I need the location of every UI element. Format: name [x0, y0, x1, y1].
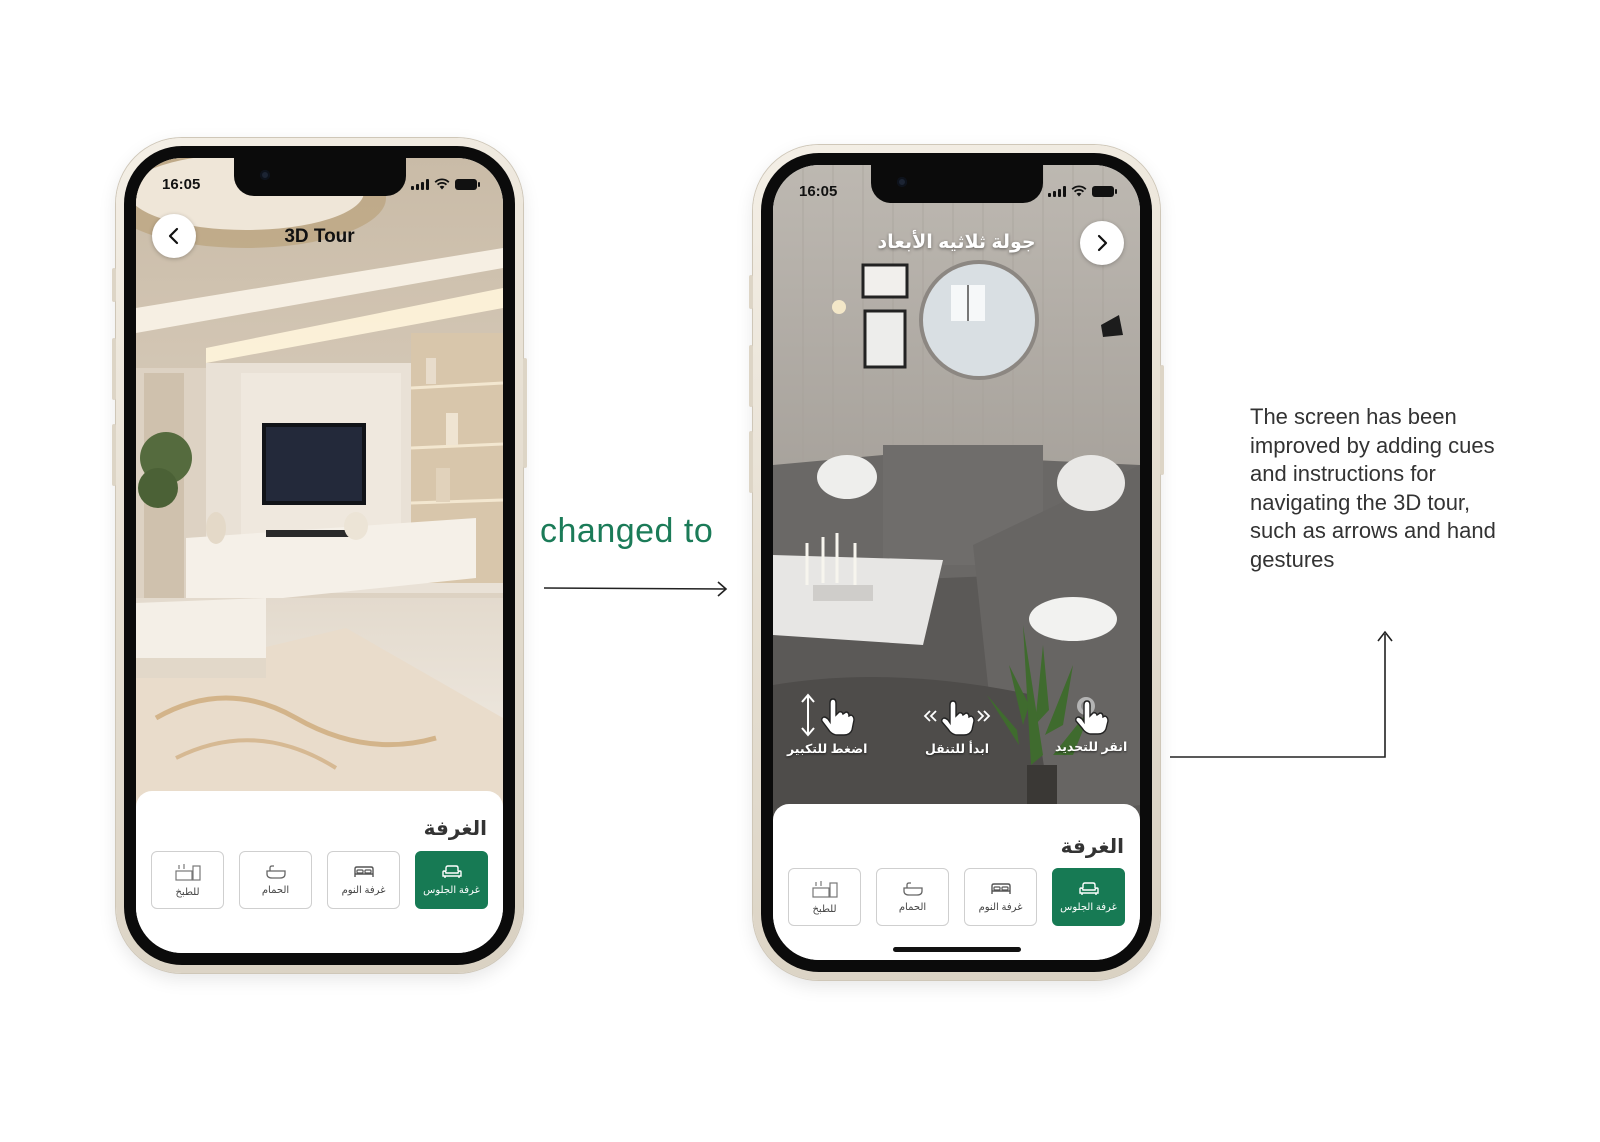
- swipe-hand-icon: [923, 700, 991, 736]
- sofa-icon: [441, 864, 462, 878]
- changed-to-label: changed to: [540, 512, 714, 550]
- category-kitchen-label: للطبخ: [812, 903, 837, 915]
- gesture-tap: انقر للتحديد: [1055, 697, 1127, 754]
- improvement-note: The screen has been improved by adding c…: [1250, 404, 1496, 572]
- category-living-room-label: غرفة الجلوس: [1060, 901, 1117, 913]
- battery-icon: [1092, 185, 1117, 197]
- wifi-icon: [1071, 185, 1087, 197]
- gesture-tap-label: انقر للتحديد: [1055, 740, 1128, 754]
- status-time: 16:05: [162, 175, 201, 193]
- cellular-signal-icon: [411, 178, 429, 190]
- forward-button[interactable]: [1080, 221, 1124, 265]
- category-kitchen[interactable]: للطبخ: [151, 851, 224, 909]
- gesture-pinch-zoom: اضغط للتكبير: [787, 693, 867, 756]
- sofa-icon: [1078, 881, 1099, 895]
- bed-icon: [353, 865, 374, 877]
- category-bathroom-label: الحمام: [898, 901, 927, 913]
- after-screen: 16:05 جولة ثلاثيه الأبعاد اضغط للتكبير ا…: [773, 165, 1140, 960]
- pinch-zoom-hand-icon: [801, 693, 855, 737]
- bathtub-icon: [902, 881, 923, 896]
- right-arrow-icon: [543, 581, 728, 597]
- category-living-room[interactable]: غرفة الجلوس: [415, 851, 488, 909]
- wifi-icon: [434, 178, 450, 190]
- connector-arrow-icon: [1170, 630, 1393, 758]
- tour-scene-image[interactable]: [136, 158, 503, 808]
- category-bedroom[interactable]: غرفة النوم: [964, 868, 1037, 926]
- room-panel-title: الغرفة: [423, 818, 487, 840]
- gesture-swipe: ابدأ للتنقل: [916, 699, 998, 756]
- category-kitchen[interactable]: للطبخ: [788, 868, 861, 926]
- gesture-pinch-zoom-label: اضغط للتكبير: [787, 742, 868, 756]
- before-screen: 16:05 3D Tour الغرفة للطبخ الحمام غرفة ا…: [136, 158, 503, 953]
- category-bedroom-label: غرفة النوم: [978, 901, 1023, 913]
- category-kitchen-label: للطبخ: [175, 886, 200, 898]
- before-phone: 16:05 3D Tour الغرفة للطبخ الحمام غرفة ا…: [112, 138, 527, 973]
- notch: [870, 165, 1043, 203]
- room-panel-title: الغرفة: [1060, 836, 1124, 858]
- category-bathroom[interactable]: الحمام: [239, 851, 312, 909]
- room-panel: الغرفة للطبخ الحمام غرفة النوم غرفة الجل…: [136, 791, 503, 953]
- category-bathroom-label: الحمام: [261, 884, 290, 896]
- kitchen-icon: [174, 863, 201, 881]
- category-bedroom[interactable]: غرفة النوم: [327, 851, 400, 909]
- tap-hand-icon: [1075, 697, 1109, 735]
- kitchen-icon: [811, 880, 838, 898]
- category-bathroom[interactable]: الحمام: [876, 868, 949, 926]
- category-living-room-label: غرفة الجلوس: [423, 884, 480, 896]
- category-bedroom-label: غرفة النوم: [341, 884, 386, 896]
- bathtub-icon: [265, 864, 286, 879]
- status-time: 16:05: [799, 182, 838, 200]
- gesture-swipe-label: ابدأ للتنقل: [924, 742, 990, 756]
- chevron-right-icon: [1097, 234, 1108, 252]
- page-title: 3D Tour: [284, 226, 355, 247]
- category-living-room[interactable]: غرفة الجلوس: [1052, 868, 1125, 926]
- bed-icon: [990, 882, 1011, 894]
- after-phone: 16:05 جولة ثلاثيه الأبعاد اضغط للتكبير ا…: [749, 145, 1164, 980]
- notch: [233, 158, 406, 196]
- battery-icon: [455, 178, 480, 190]
- home-indicator: [892, 947, 1021, 952]
- cellular-signal-icon: [1048, 185, 1066, 197]
- room-panel: الغرفة للطبخ الحمام غرفة النوم غرفة الجل…: [773, 804, 1140, 960]
